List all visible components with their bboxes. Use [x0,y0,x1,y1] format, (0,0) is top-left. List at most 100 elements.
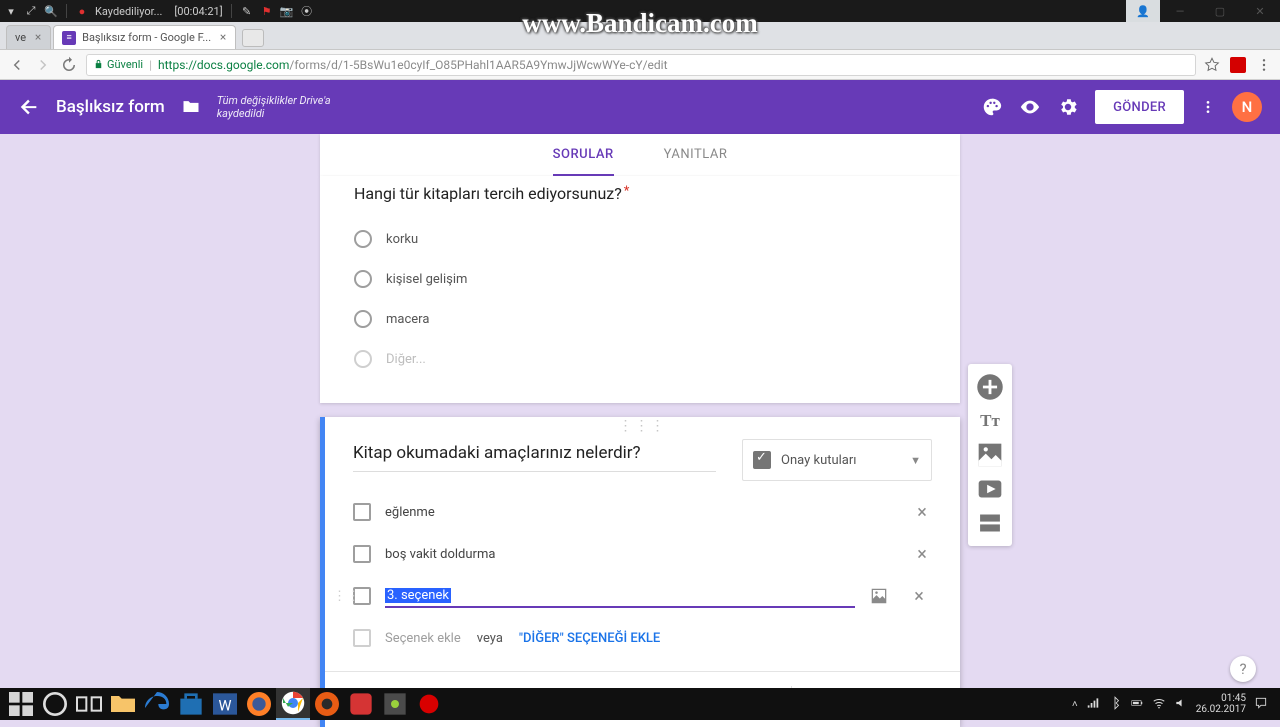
radio-option-other[interactable]: Diğer... [354,339,926,379]
drag-handle-icon[interactable]: ⋮⋮⋮ [325,417,960,435]
more-menu-icon[interactable] [1200,96,1216,118]
radio-option-row[interactable]: macera [354,299,926,339]
checkbox-option-row-editing[interactable]: ⋮⋮ 3. seçenek × [353,575,932,617]
browser-tab-1[interactable]: ≡ Başlıksız form - Google F... × [53,25,236,49]
os-titlebar: ▾ ⤢ 🔍 ● Kaydediliyor... [00:04:21] ✎ ⚑ 📷… [0,0,1280,22]
start-button[interactable] [4,688,38,720]
drag-handle-icon[interactable]: ⋮⋮ [333,589,361,604]
add-image-icon[interactable] [968,438,1012,472]
form-tabs-card: SORULAR YANITLAR [320,134,960,176]
pencil-icon[interactable]: ✎ [240,4,254,18]
preview-icon[interactable] [1019,96,1041,118]
checkbox-type-icon [753,451,771,469]
back-arrow-icon[interactable] [18,96,40,118]
dropdown-icon[interactable]: ▾ [4,4,18,18]
window-user-icon[interactable]: 👤 [1126,0,1160,22]
tray-volume-icon[interactable] [1174,696,1188,713]
close-icon[interactable]: × [32,31,44,43]
checkbox-option-row[interactable]: eğlenme × [353,491,932,533]
store-icon[interactable] [174,688,208,720]
remove-option-icon[interactable]: × [912,544,932,564]
radio-icon [354,270,372,288]
action-center-icon[interactable] [1254,696,1268,713]
question-title-input[interactable] [353,439,716,472]
magnify-icon[interactable]: 🔍 [44,4,58,18]
window-close[interactable]: ✕ [1240,0,1280,22]
form-title[interactable]: Başlıksız form [56,97,165,117]
back-icon[interactable] [8,56,26,74]
add-other-link[interactable]: "DİĞER" SEÇENEĞİ EKLE [519,631,660,646]
window-minimize[interactable]: — [1160,0,1200,22]
record-indicator-icon[interactable] [412,688,446,720]
remove-option-icon[interactable]: × [909,586,929,606]
radio-icon [354,310,372,328]
bandicam-icon[interactable] [310,688,344,720]
recording-label: Kaydediliyor... [95,5,162,18]
question-card-active[interactable]: ⋮⋮⋮ Onay kutuları ▼ eğlenme × [320,417,960,727]
forms-app-header: Başlıksız form Tüm değişiklikler Drive'a… [0,80,1280,134]
firefox-icon[interactable] [242,688,276,720]
target-icon[interactable]: ⦿ [300,4,314,18]
browser-tab-0[interactable]: ve × [6,25,51,49]
gear-icon[interactable] [1057,96,1079,118]
floating-toolbar: Tᴛ [968,364,1012,546]
radio-option-row[interactable]: kişisel gelişim [354,259,926,299]
radio-option-row[interactable]: korku [354,219,926,259]
add-question-icon[interactable] [968,370,1012,404]
tray-wifi-icon[interactable] [1152,696,1166,713]
close-icon[interactable]: × [217,31,229,43]
add-section-icon[interactable] [968,506,1012,540]
question-type-dropdown[interactable]: Onay kutuları ▼ [742,439,932,481]
window-maximize[interactable]: ▢ [1200,0,1240,22]
help-button[interactable]: ? [1230,656,1256,682]
taskview-icon[interactable] [72,688,106,720]
system-tray: ˄ 01:45 26.02.2017 [1072,693,1276,715]
avatar[interactable]: N [1232,92,1262,122]
save-status: Tüm değişiklikler Drive'akaydedildi [217,94,331,120]
app-icon[interactable] [378,688,412,720]
forward-icon[interactable] [34,56,52,74]
address-bar: Güvenli | https://docs.google.com/forms/… [0,50,1280,80]
tray-battery-icon[interactable] [1130,696,1144,713]
option-text-input[interactable]: 3. seçenek [385,585,855,608]
remove-option-icon[interactable]: × [912,502,932,522]
avira-icon[interactable] [1230,57,1246,73]
send-button[interactable]: GÖNDER [1095,90,1184,124]
new-tab-button[interactable] [242,29,264,47]
forms-favicon: ≡ [62,31,76,45]
tray-network-icon[interactable] [1086,696,1100,713]
url-input[interactable]: Güvenli | https://docs.google.com/forms/… [86,54,1196,76]
expand-icon[interactable]: ⤢ [24,4,38,18]
file-explorer-icon[interactable] [106,688,140,720]
svg-text:W: W [218,697,231,715]
cortana-icon[interactable] [38,688,72,720]
edge-icon[interactable] [140,688,174,720]
required-asterisk: * [624,184,630,199]
tab-questions[interactable]: SORULAR [553,134,614,176]
lock-icon: Güvenli [93,58,143,71]
camera-icon[interactable]: 📷 [280,4,294,18]
tab-responses[interactable]: YANITLAR [664,134,728,176]
add-video-icon[interactable] [968,472,1012,506]
checkbox-option-row[interactable]: boş vakit doldurma × [353,533,932,575]
reload-icon[interactable] [60,56,78,74]
chrome-icon[interactable] [276,688,310,720]
record-dot-icon[interactable]: ● [75,4,89,18]
image-icon[interactable] [869,586,889,606]
tray-bluetooth-icon[interactable] [1108,696,1122,713]
question-title: Hangi tür kitapları tercih ediyorsunuz?* [354,184,926,203]
browser-menu-icon[interactable] [1256,57,1272,73]
folder-icon[interactable] [181,97,201,117]
add-title-icon[interactable]: Tᴛ [968,404,1012,438]
taskbar-clock[interactable]: 01:45 26.02.2017 [1196,693,1246,715]
palette-icon[interactable] [981,96,1003,118]
checkbox-icon [353,629,371,647]
add-option-link[interactable]: Seçenek ekle [385,631,461,646]
question-card-1[interactable]: Hangi tür kitapları tercih ediyorsunuz?*… [320,176,960,403]
star-icon[interactable] [1204,57,1220,73]
tray-up-icon[interactable]: ˄ [1072,699,1078,710]
app-icon[interactable] [344,688,378,720]
flag-icon[interactable]: ⚑ [260,4,274,18]
word-icon[interactable]: W [208,688,242,720]
add-option-row: Seçenek ekle veya "DİĞER" SEÇENEĞİ EKLE [353,617,932,659]
